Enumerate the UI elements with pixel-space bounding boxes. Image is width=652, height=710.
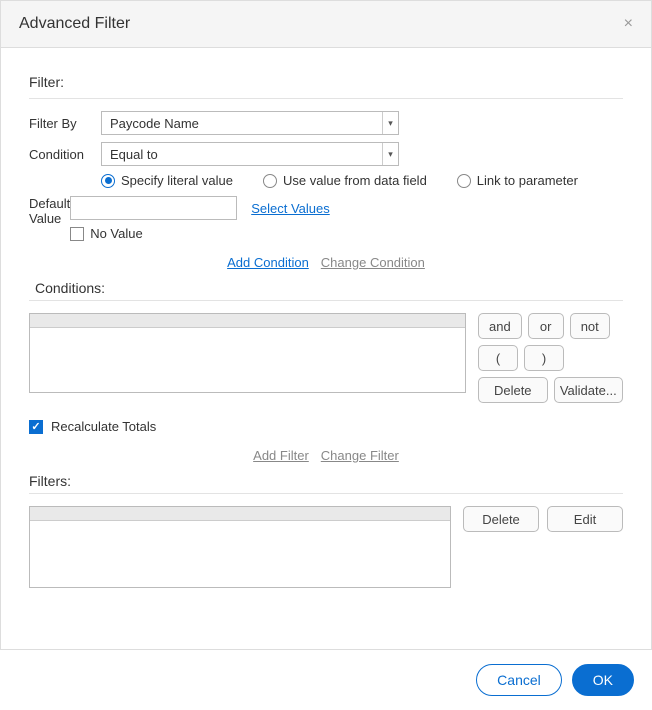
conditions-listbox[interactable]	[29, 313, 466, 393]
default-value-label: Default Value	[29, 196, 70, 226]
filters-buttons: Delete Edit	[463, 506, 623, 588]
change-condition-link[interactable]: Change Condition	[321, 255, 425, 270]
no-value-row: No Value	[70, 226, 330, 241]
filters-area: Delete Edit	[29, 506, 623, 588]
chevron-down-icon: ▾	[382, 112, 398, 134]
conditions-area: and or not ( ) Delete Validate...	[29, 313, 623, 403]
radio-icon	[457, 174, 471, 188]
radio-icon	[263, 174, 277, 188]
condition-action-links: Add Condition Change Condition	[29, 255, 623, 270]
no-value-checkbox[interactable]	[70, 227, 84, 241]
delete-condition-button[interactable]: Delete	[478, 377, 548, 403]
validate-button[interactable]: Validate...	[554, 377, 624, 403]
default-value-row: Default Value Select Values No Value	[29, 196, 623, 241]
recalc-checkbox[interactable]	[29, 420, 43, 434]
radio-literal[interactable]: Specify literal value	[101, 173, 233, 188]
default-value-input[interactable]	[70, 196, 237, 220]
dialog-content: Filter: Filter By Paycode Name ▾ Conditi…	[1, 48, 651, 596]
condition-label: Condition	[29, 147, 101, 162]
lparen-button[interactable]: (	[478, 345, 518, 371]
add-condition-link[interactable]: Add Condition	[227, 255, 309, 270]
conditions-heading: Conditions:	[35, 280, 623, 296]
rparen-button[interactable]: )	[524, 345, 564, 371]
titlebar: Advanced Filter ×	[1, 1, 651, 48]
filter-heading: Filter:	[29, 74, 623, 90]
dialog-title: Advanced Filter	[19, 15, 130, 33]
recalc-label: Recalculate Totals	[51, 419, 156, 434]
not-button[interactable]: not	[570, 313, 610, 339]
filters-heading: Filters:	[29, 473, 623, 489]
add-filter-link[interactable]: Add Filter	[253, 448, 309, 463]
and-button[interactable]: and	[478, 313, 522, 339]
radio-link-param[interactable]: Link to parameter	[457, 173, 578, 188]
radio-link-param-label: Link to parameter	[477, 173, 578, 188]
close-icon[interactable]: ×	[624, 16, 633, 32]
recalc-row: Recalculate Totals	[29, 419, 623, 434]
or-button[interactable]: or	[528, 313, 564, 339]
condition-operator-buttons: and or not ( ) Delete Validate...	[478, 313, 623, 403]
listbox-header	[30, 507, 450, 521]
value-source-radios: Specify literal value Use value from dat…	[101, 173, 623, 188]
filter-by-value: Paycode Name	[110, 116, 199, 131]
condition-dropdown[interactable]: Equal to ▾	[101, 142, 399, 166]
radio-data-field[interactable]: Use value from data field	[263, 173, 427, 188]
filter-action-links: Add Filter Change Filter	[29, 448, 623, 463]
select-values-link[interactable]: Select Values	[251, 201, 330, 216]
radio-data-field-label: Use value from data field	[283, 173, 427, 188]
chevron-down-icon: ▾	[382, 143, 398, 165]
radio-icon	[101, 174, 115, 188]
no-value-label: No Value	[90, 226, 143, 241]
listbox-header	[30, 314, 465, 328]
delete-filter-button[interactable]: Delete	[463, 506, 539, 532]
divider	[29, 300, 623, 301]
cancel-button[interactable]: Cancel	[476, 664, 562, 696]
dialog-footer: Cancel OK	[0, 649, 652, 710]
divider	[29, 98, 623, 99]
filter-by-dropdown[interactable]: Paycode Name ▾	[101, 111, 399, 135]
ok-button[interactable]: OK	[572, 664, 634, 696]
condition-value: Equal to	[110, 147, 158, 162]
filters-listbox[interactable]	[29, 506, 451, 588]
edit-filter-button[interactable]: Edit	[547, 506, 623, 532]
filter-by-row: Filter By Paycode Name ▾	[29, 111, 623, 135]
divider	[29, 493, 623, 494]
change-filter-link[interactable]: Change Filter	[321, 448, 399, 463]
filter-by-label: Filter By	[29, 116, 101, 131]
condition-row: Condition Equal to ▾	[29, 142, 623, 166]
radio-literal-label: Specify literal value	[121, 173, 233, 188]
